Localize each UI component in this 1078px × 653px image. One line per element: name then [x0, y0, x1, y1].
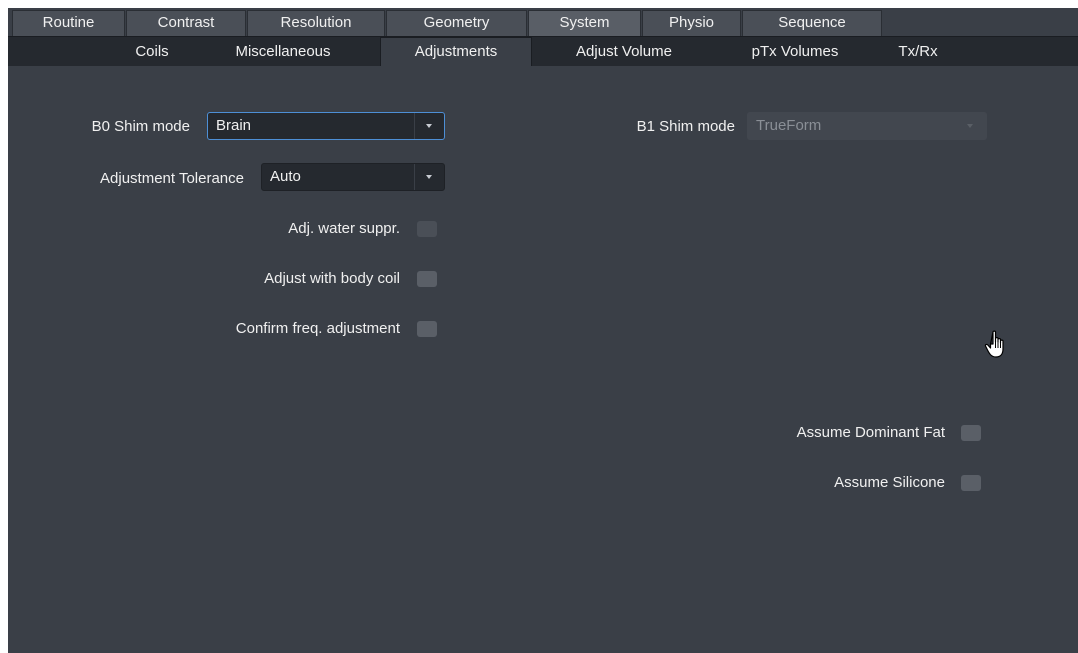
- subtab-adjust-volume[interactable]: Adjust Volume: [538, 37, 710, 66]
- subtab-adjustments[interactable]: Adjustments: [380, 37, 532, 66]
- adjust-with-body-coil-checkbox[interactable]: [417, 271, 437, 287]
- tab-system[interactable]: System: [528, 10, 641, 36]
- chevron-down-icon: [426, 175, 432, 179]
- adjustment-tolerance-value: Auto: [270, 168, 301, 185]
- tab-contrast[interactable]: Contrast: [126, 10, 246, 36]
- b0-shim-mode-select[interactable]: Brain: [207, 112, 445, 140]
- subtab-ptx-volumes[interactable]: pTx Volumes: [716, 37, 874, 66]
- confirm-freq-adjustment-checkbox[interactable]: [417, 321, 437, 337]
- protocol-panel: Routine Contrast Resolution Geometry Sys…: [8, 8, 1078, 653]
- tab-routine[interactable]: Routine: [12, 10, 125, 36]
- main-tab-bar: Routine Contrast Resolution Geometry Sys…: [8, 8, 1078, 36]
- adjustment-tolerance-dropdown-button[interactable]: [414, 164, 444, 190]
- hand-pointer-icon: [984, 330, 1004, 358]
- chevron-down-icon: [967, 124, 973, 128]
- b0-shim-dropdown-button[interactable]: [414, 113, 444, 139]
- tab-resolution[interactable]: Resolution: [247, 10, 385, 36]
- system-subtab-bar: Coils Miscellaneous Adjustments Adjust V…: [8, 36, 1078, 66]
- assume-silicone-label: Assume Silicone: [834, 474, 945, 491]
- subtab-tx-rx[interactable]: Tx/Rx: [878, 37, 958, 66]
- tab-sequence[interactable]: Sequence: [742, 10, 882, 36]
- adjust-with-body-coil-label: Adjust with body coil: [264, 270, 400, 287]
- tab-physio[interactable]: Physio: [642, 10, 741, 36]
- confirm-freq-adjustment-label: Confirm freq. adjustment: [235, 320, 400, 337]
- adjustment-tolerance-label: Adjustment Tolerance: [100, 170, 244, 187]
- b1-shim-mode-value: TrueForm: [756, 117, 822, 134]
- chevron-down-icon: [426, 124, 432, 128]
- subtab-miscellaneous[interactable]: Miscellaneous: [198, 37, 368, 66]
- assume-dominant-fat-checkbox[interactable]: [961, 425, 981, 441]
- b1-shim-mode-select: TrueForm: [747, 112, 987, 140]
- assume-silicone-checkbox[interactable]: [961, 475, 981, 491]
- b1-shim-dropdown-button: [956, 113, 986, 139]
- adj-water-suppr-label: Adj. water suppr.: [288, 220, 400, 237]
- b0-shim-mode-label: B0 Shim mode: [91, 118, 190, 135]
- b1-shim-mode-label: B1 Shim mode: [636, 118, 735, 135]
- tab-geometry[interactable]: Geometry: [386, 10, 527, 36]
- b0-shim-mode-value: Brain: [216, 117, 252, 134]
- subtab-coils[interactable]: Coils: [112, 37, 192, 66]
- adj-water-suppr-checkbox: [417, 221, 437, 237]
- assume-dominant-fat-label: Assume Dominant Fat: [796, 424, 945, 441]
- adjustment-tolerance-select[interactable]: Auto: [261, 163, 445, 191]
